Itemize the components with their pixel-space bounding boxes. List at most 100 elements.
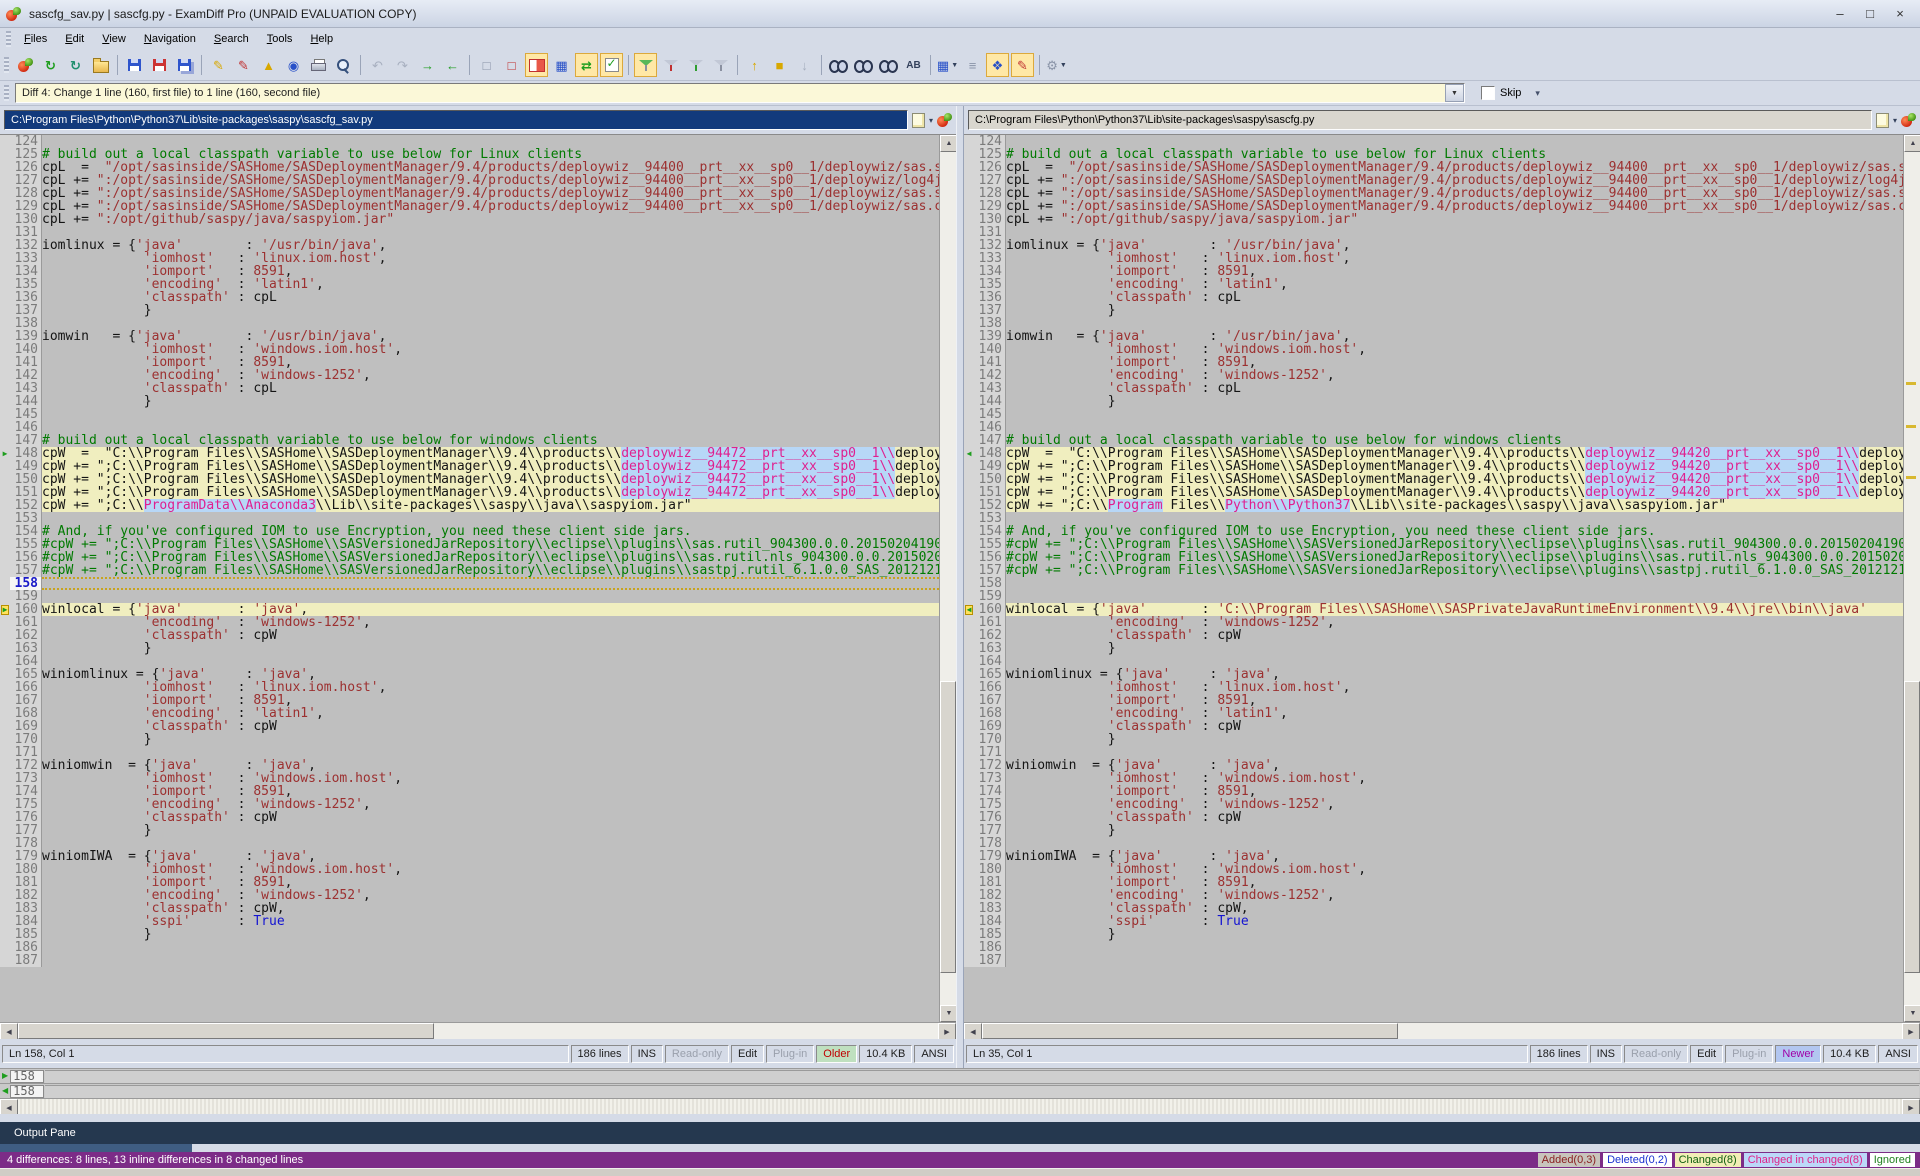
output-pane-titlebar[interactable]: Output Pane — [0, 1122, 1920, 1144]
edit-options-icon[interactable]: ✎ — [1011, 53, 1034, 77]
menu-search[interactable]: Search — [205, 30, 258, 48]
checkbox-icon[interactable] — [1481, 86, 1495, 100]
copy-to-right-icon[interactable]: → — [416, 53, 439, 77]
diff-arrow-icon[interactable]: ▶ — [2, 1072, 8, 1080]
redo-icon[interactable]: ↷ — [391, 53, 414, 77]
plugins-icon[interactable]: ❖ — [986, 53, 1009, 77]
save-differences-icon[interactable]: ▲ — [257, 53, 280, 77]
toolbar-overflow-icon[interactable]: ▾ — [1535, 88, 1540, 99]
diff-mark[interactable] — [1906, 476, 1916, 479]
scroll-right-icon[interactable]: ▶ — [1902, 1023, 1920, 1040]
code-segment: : — [1178, 343, 1217, 356]
diff-mark[interactable] — [1906, 382, 1916, 385]
chevron-down-icon[interactable]: ▼ — [951, 62, 958, 69]
scrollbar-thumb[interactable] — [1904, 681, 1920, 973]
previous-diff-icon[interactable]: ↑ — [743, 53, 766, 77]
diff-arrow-icon[interactable]: ◀ — [965, 605, 974, 615]
current-diff-icon[interactable]: ■ — [768, 53, 791, 77]
second-file-code-area[interactable]: 124125# build out a local classpath vari… — [964, 135, 1903, 1022]
chevron-down-icon[interactable]: ▾ — [1893, 116, 1897, 125]
scroll-up-icon[interactable]: ▲ — [1904, 135, 1920, 152]
first-vertical-scrollbar[interactable]: ▲ ▼ — [939, 135, 956, 1022]
second-file-path[interactable]: C:\Program Files\Python\Python37\Lib\sit… — [968, 110, 1872, 130]
second-horizontal-scrollbar[interactable]: ◀ ▶ — [964, 1022, 1920, 1039]
file-menu-icon[interactable] — [912, 113, 925, 128]
first-horizontal-scrollbar[interactable]: ◀ ▶ — [0, 1022, 956, 1039]
save-second-file-icon[interactable] — [148, 53, 171, 77]
find-previous-icon[interactable] — [877, 53, 900, 77]
synchronize-scrolling-icon[interactable]: ⇄ — [575, 53, 598, 77]
copy-to-left-icon[interactable]: ← — [441, 53, 464, 77]
edit-second-file-icon[interactable]: ✎ — [232, 53, 255, 77]
scroll-down-icon[interactable]: ▼ — [1904, 1005, 1920, 1022]
diff-arrow-icon[interactable]: ◀ — [967, 450, 972, 458]
second-vertical-scrollbar[interactable]: ▲ ▼ — [1903, 135, 1920, 1022]
scroll-left-icon[interactable]: ◀ — [0, 1023, 18, 1040]
edit-first-file-icon[interactable]: ✎ — [207, 53, 230, 77]
filter-changed-icon[interactable] — [684, 53, 707, 77]
menu-tools[interactable]: Tools — [258, 30, 302, 48]
menu-view[interactable]: View — [93, 30, 135, 48]
print-icon[interactable] — [307, 53, 330, 77]
options-icon[interactable]: ⚙▼ — [1045, 53, 1068, 77]
menu-navigation[interactable]: Navigation — [135, 30, 205, 48]
diff-arrow-icon[interactable]: ▶ — [3, 450, 8, 458]
filter-search-icon[interactable] — [709, 53, 732, 77]
skip-checkbox[interactable]: Skip — [1481, 86, 1521, 100]
scrollbar-thumb[interactable] — [940, 681, 956, 973]
print-preview-icon[interactable] — [332, 53, 355, 77]
first-file-code-area[interactable]: 124125# build out a local classpath vari… — [0, 135, 939, 1022]
scrollbar-thumb[interactable] — [982, 1023, 1398, 1039]
publish-report-icon[interactable]: ◉ — [282, 53, 305, 77]
find-icon[interactable] — [827, 53, 850, 77]
find-next-icon[interactable] — [852, 53, 875, 77]
chevron-down-icon[interactable]: ▾ — [929, 116, 933, 125]
next-diff-icon[interactable]: ↓ — [793, 53, 816, 77]
menu-help[interactable]: Help — [301, 30, 342, 48]
chevron-down-icon[interactable]: ▼ — [1060, 62, 1067, 69]
filter-deleted-icon[interactable] — [659, 53, 682, 77]
show-identical-icon[interactable]: □ — [475, 53, 498, 77]
scroll-left-icon[interactable]: ◀ — [964, 1023, 982, 1040]
replace-icon[interactable]: AB — [902, 53, 925, 77]
show-differences-icon[interactable]: □ — [500, 53, 523, 77]
diff-marker-gutter — [0, 382, 10, 395]
output-pane-tab[interactable] — [0, 1144, 1920, 1152]
compare-icon[interactable] — [14, 53, 37, 77]
save-all-icon[interactable] — [173, 53, 196, 77]
diff-selector-combobox[interactable]: Diff 4: Change 1 line (160, first file) … — [15, 83, 1465, 103]
maximize-button[interactable]: □ — [1856, 4, 1884, 24]
scroll-right-icon[interactable]: ▶ — [938, 1023, 956, 1040]
code-segment: 'windows.iom.host' — [1217, 863, 1358, 876]
file-menu-icon[interactable] — [1876, 113, 1889, 128]
split-view-icon[interactable] — [525, 53, 548, 77]
toolbar-grip[interactable] — [4, 57, 9, 73]
line-details-icon[interactable]: ≡ — [961, 53, 984, 77]
mini-horizontal-scrollbar[interactable]: ◀ ▶ — [0, 1098, 1920, 1114]
first-file-path[interactable]: C:\Program Files\Python\Python37\Lib\sit… — [4, 110, 908, 130]
menu-files[interactable]: Files — [15, 30, 56, 48]
code-segment: : — [214, 863, 253, 876]
menu-edit[interactable]: Edit — [56, 30, 93, 48]
diff-mark[interactable] — [1906, 425, 1916, 428]
show-all-icon[interactable]: ▦ — [550, 53, 573, 77]
diffbar-grip[interactable] — [4, 85, 9, 101]
diff-arrow-icon[interactable]: ▶ — [1, 605, 10, 615]
statistics-icon[interactable]: ▦▼ — [936, 53, 959, 77]
pane-splitter[interactable] — [956, 106, 964, 1068]
filter-show-all-icon[interactable] — [634, 53, 657, 77]
save-first-file-icon[interactable] — [123, 53, 146, 77]
recompare-icon[interactable]: ↻ — [39, 53, 62, 77]
recompare-options-icon[interactable]: ↻ — [64, 53, 87, 77]
diff-arrow-icon[interactable]: ◀ — [2, 1087, 8, 1095]
menu-grip[interactable] — [6, 31, 11, 47]
code-segment: : — [191, 915, 254, 928]
auto-recompare-icon[interactable] — [600, 53, 623, 77]
code-segment: 'encoding' — [1108, 889, 1186, 902]
close-button[interactable]: × — [1886, 4, 1914, 24]
undo-icon[interactable]: ↶ — [366, 53, 389, 77]
open-files-icon[interactable] — [89, 53, 112, 77]
chevron-down-icon[interactable]: ▼ — [1445, 84, 1464, 102]
minimize-button[interactable]: – — [1826, 4, 1854, 24]
scrollbar-thumb[interactable] — [18, 1023, 434, 1039]
